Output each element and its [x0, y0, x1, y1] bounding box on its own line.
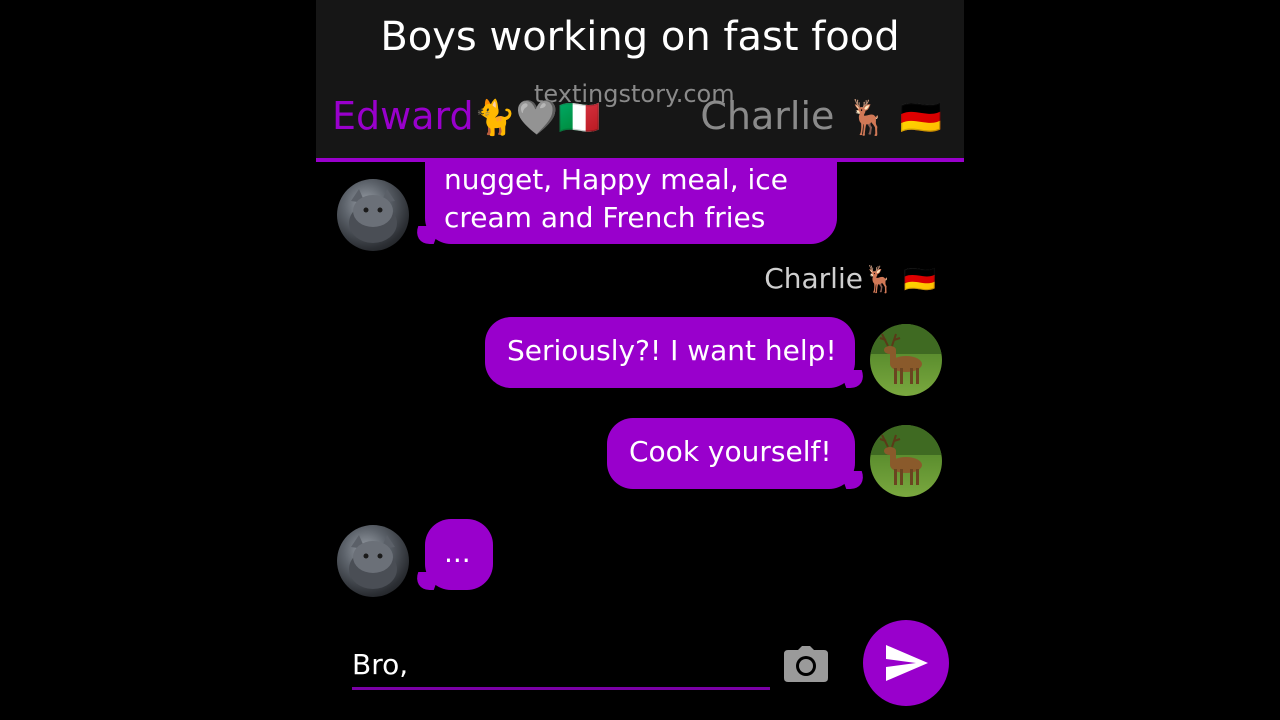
edward-avatar [337, 179, 409, 251]
message-bubble-2[interactable]: Seriously?! I want help! [485, 317, 855, 388]
chat-screen: Boys working on fast food textingstory.c… [316, 0, 964, 720]
send-icon [886, 645, 928, 681]
contact-right[interactable]: Charlie 🦌 🇩🇪 [700, 94, 942, 138]
contact-right-emojis: 🦌 🇩🇪 [846, 98, 942, 138]
charlie-avatar [870, 425, 942, 497]
input-underline [352, 687, 770, 690]
message-bubble-1[interactable]: nugget, Happy meal, ice cream and French… [425, 159, 837, 244]
contact-right-name: Charlie [700, 94, 835, 138]
chat-header: Boys working on fast food textingstory.c… [316, 0, 964, 160]
message-bubble-3[interactable]: Cook yourself! [607, 418, 855, 489]
message-line: nugget, Happy meal, ice [444, 163, 788, 196]
typing-indicator: ... [444, 536, 471, 569]
camera-icon[interactable] [784, 646, 828, 682]
contact-left-emojis: 🐈🩶🇮🇹 [473, 98, 601, 138]
message-text: Seriously?! I want help! [507, 334, 837, 367]
contact-left-name: Edward [332, 94, 474, 138]
sender-label-emojis: 🦌 🇩🇪 [862, 265, 936, 295]
charlie-avatar [870, 324, 942, 396]
sender-label-name: Charlie [764, 262, 863, 295]
story-title: Boys working on fast food [380, 14, 900, 60]
deer-icon [870, 324, 942, 384]
sender-label-charlie: Charlie🦌 🇩🇪 [764, 262, 936, 295]
edward-avatar [337, 525, 409, 597]
message-text: Cook yourself! [629, 435, 832, 468]
message-input[interactable]: Bro, [352, 648, 408, 681]
contact-names: Edward🐈🩶🇮🇹 Charlie 🦌 🇩🇪 [332, 94, 952, 146]
message-line: cream and French fries [444, 201, 766, 234]
cat-icon [349, 189, 397, 243]
deer-icon [870, 425, 942, 485]
cat-icon [349, 535, 397, 589]
send-button[interactable] [863, 620, 949, 706]
contact-left[interactable]: Edward🐈🩶🇮🇹 [332, 94, 601, 138]
message-bubble-4[interactable]: ... [425, 519, 493, 590]
